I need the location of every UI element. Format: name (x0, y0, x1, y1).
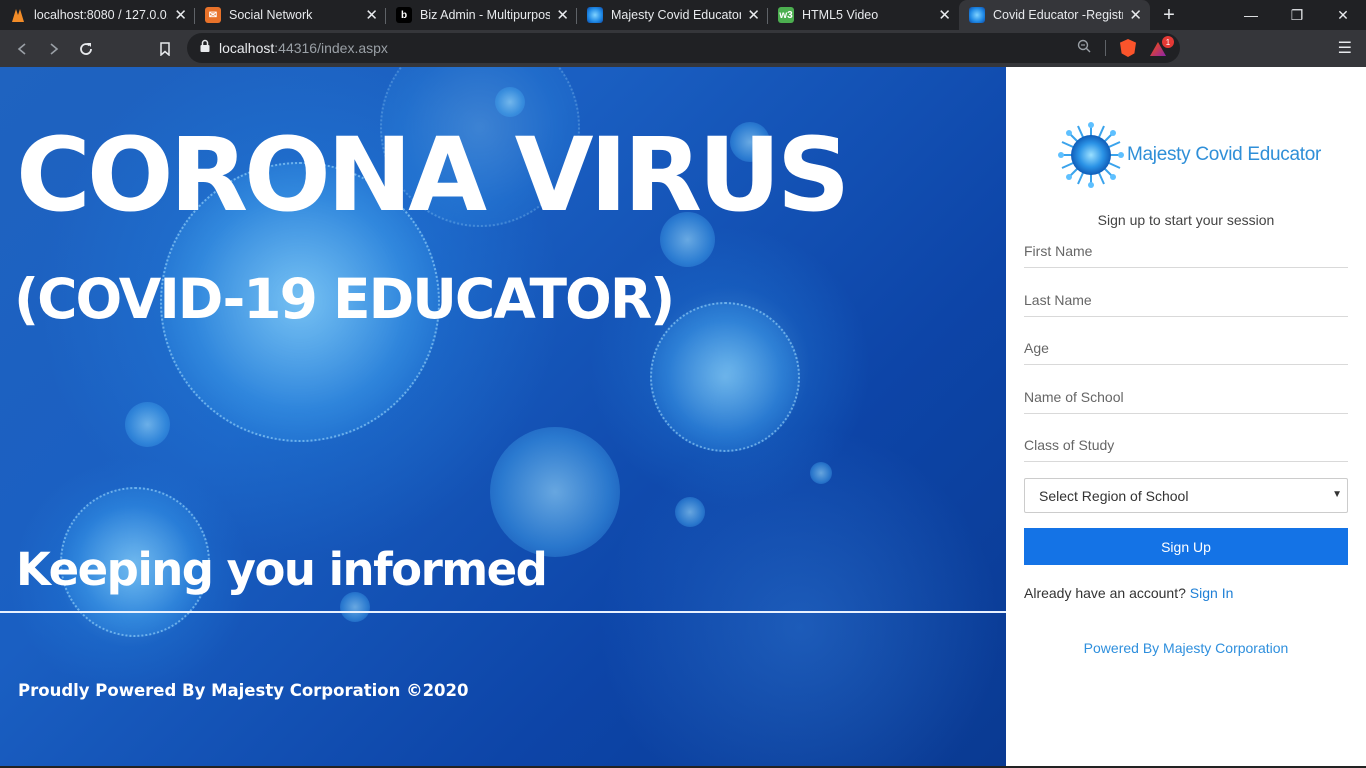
hero-subtitle: (COVID-19 EDUCATOR) (14, 267, 675, 331)
region-select-value: Select Region of School (1039, 487, 1189, 504)
biz-admin-icon: b (396, 7, 412, 23)
browser-menu-icon[interactable]: ☰ (1338, 38, 1352, 58)
powered-by-link[interactable]: Powered By Majesty Corporation (1006, 640, 1366, 656)
sign-in-link[interactable]: Sign In (1190, 585, 1234, 601)
w3schools-icon: w3 (778, 7, 794, 23)
tab-covid-educator-registration[interactable]: Covid Educator -Registrat ✕ (959, 0, 1150, 30)
page-content: CORONA VIRUS (COVID-19 EDUCATOR) Keeping… (0, 67, 1366, 768)
last-name-field[interactable] (1024, 283, 1348, 317)
restore-icon[interactable]: ❐ (1274, 0, 1320, 30)
caret-down-icon: ▼ (1332, 489, 1342, 500)
browser-toolbar: localhost:44316/index.aspx 1 ☰ (0, 30, 1366, 67)
close-window-icon[interactable]: ✕ (1320, 0, 1366, 30)
hero-tagline: Keeping you informed (16, 543, 548, 596)
virus-icon (969, 7, 985, 23)
close-tab-icon[interactable]: ✕ (1129, 8, 1142, 23)
reload-icon[interactable] (70, 33, 102, 65)
hero-banner: CORONA VIRUS (COVID-19 EDUCATOR) Keeping… (0, 67, 1006, 766)
close-tab-icon[interactable]: ✕ (747, 8, 760, 23)
close-tab-icon[interactable]: ✕ (174, 8, 187, 23)
hero-divider (0, 611, 1006, 613)
forward-icon[interactable] (38, 33, 70, 65)
hero-title: CORONA VIRUS (16, 116, 850, 235)
class-of-study-field[interactable] (1024, 428, 1348, 462)
age-field[interactable] (1024, 331, 1348, 365)
session-message: Sign up to start your session (1097, 212, 1275, 228)
first-name-field[interactable] (1024, 234, 1348, 268)
address-bar[interactable]: localhost:44316/index.aspx 1 (187, 33, 1180, 63)
sign-up-button[interactable]: Sign Up (1024, 528, 1348, 565)
social-network-icon: ✉ (205, 7, 221, 23)
brand-logo: Majesty Covid Educator (1058, 122, 1321, 188)
zoom-icon[interactable] (1077, 39, 1091, 58)
tab-social-network[interactable]: ✉ Social Network ✕ (195, 0, 386, 30)
close-tab-icon[interactable]: ✕ (938, 8, 951, 23)
bookmark-icon[interactable] (149, 33, 181, 65)
brave-shields-icon[interactable] (1120, 39, 1136, 57)
new-tab-button[interactable]: + (1154, 4, 1184, 27)
virus-illustration (675, 497, 705, 527)
region-select[interactable]: Select Region of School ▼ (1024, 478, 1348, 513)
school-name-field[interactable] (1024, 380, 1348, 414)
minimize-icon[interactable]: — (1228, 0, 1274, 30)
virus-illustration (340, 592, 370, 622)
url-text: localhost:44316/index.aspx (219, 40, 388, 56)
hero-footer-text: Proudly Powered By Majesty Corporation ©… (18, 681, 469, 700)
virus-illustration (495, 87, 525, 117)
rewards-badge: 1 (1162, 36, 1174, 48)
brand-name: Majesty Covid Educator (1127, 144, 1322, 165)
xampp-icon (10, 7, 26, 23)
close-tab-icon[interactable]: ✕ (365, 8, 378, 23)
tab-html5-video[interactable]: w3 HTML5 Video ✕ (768, 0, 959, 30)
tab-phpmyadmin[interactable]: localhost:8080 / 127.0.0.1 ✕ (0, 0, 195, 30)
close-tab-icon[interactable]: ✕ (556, 8, 569, 23)
tab-majesty-covid-educator[interactable]: Majesty Covid Educator - ✕ (577, 0, 768, 30)
lock-icon[interactable] (199, 39, 211, 58)
virus-logo-icon (1058, 122, 1124, 188)
virus-icon (587, 7, 603, 23)
tab-biz-admin[interactable]: b Biz Admin - Multipurpose ✕ (386, 0, 577, 30)
browser-tab-strip: localhost:8080 / 127.0.0.1 ✕ ✉ Social Ne… (0, 0, 1366, 30)
brave-rewards-icon[interactable]: 1 (1150, 36, 1174, 57)
account-prompt: Already have an account? Sign In (1024, 585, 1234, 601)
back-icon[interactable] (6, 33, 38, 65)
signup-panel: Majesty Covid Educator Sign up to start … (1006, 67, 1366, 766)
virus-illustration (810, 462, 832, 484)
virus-illustration (490, 427, 620, 557)
virus-illustration (125, 402, 170, 447)
